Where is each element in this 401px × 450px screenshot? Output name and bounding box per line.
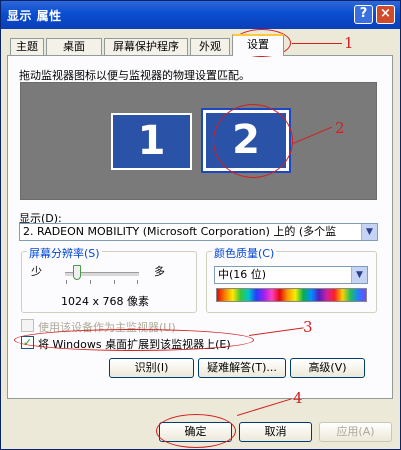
window-title: 显示 属性 bbox=[7, 9, 62, 23]
tab-screensaver[interactable]: 屏幕保护程序 bbox=[104, 38, 188, 56]
advanced-button[interactable]: 高级(V) bbox=[290, 358, 365, 378]
tab-settings[interactable]: 设置 bbox=[232, 34, 284, 56]
resolution-more-label: 多 bbox=[154, 265, 165, 278]
slider-tick bbox=[137, 280, 138, 284]
color-quality-value: 中(16 位) bbox=[218, 268, 267, 281]
annotation-ellipse-3 bbox=[14, 329, 254, 351]
resolution-slider-ticks bbox=[66, 280, 138, 284]
tab-themes[interactable]: 主题 bbox=[10, 38, 44, 56]
annotation-ellipse-4 bbox=[156, 414, 236, 448]
annotation-line-1 bbox=[292, 43, 342, 44]
resolution-less-label: 少 bbox=[31, 265, 42, 278]
display-properties-window: 显示 属性 ? × 主题 桌面 屏幕保护程序 外观 设置 拖动监视器图标以便与监… bbox=[0, 0, 401, 450]
color-quality-select[interactable]: 中(16 位) ▼ bbox=[214, 266, 368, 284]
resolution-title: 屏幕分辨率(S) bbox=[27, 245, 102, 261]
primary-monitor-checkbox[interactable] bbox=[21, 319, 34, 332]
title-bar[interactable]: 显示 属性 ? × bbox=[1, 1, 400, 29]
resolution-slider-thumb[interactable] bbox=[73, 265, 81, 280]
help-button[interactable]: ? bbox=[354, 5, 373, 24]
annotation-ellipse-2 bbox=[213, 104, 293, 178]
display-select[interactable]: 2. RADEON MOBILITY (Microsoft Corporatio… bbox=[19, 223, 378, 241]
chevron-down-icon[interactable]: ▼ bbox=[351, 267, 367, 283]
troubleshoot-button[interactable]: 疑难解答(T)... bbox=[198, 358, 286, 378]
monitor-1-icon[interactable]: 1 bbox=[111, 113, 192, 170]
cancel-button[interactable]: 取消 bbox=[239, 422, 312, 442]
color-quality-title: 颜色质量(C) bbox=[212, 245, 277, 261]
tab-desktop[interactable]: 桌面 bbox=[46, 38, 102, 56]
annotation-number-2: 2 bbox=[335, 119, 345, 137]
slider-tick bbox=[114, 280, 115, 284]
chevron-down-icon[interactable]: ▼ bbox=[361, 224, 377, 240]
annotation-number-4: 4 bbox=[293, 389, 303, 407]
color-palette-preview bbox=[216, 288, 367, 302]
monitor-instructions: 拖动监视器图标以便与监视器的物理设置匹配。 bbox=[19, 69, 250, 82]
identify-button[interactable]: 识别(I) bbox=[109, 358, 194, 378]
annotation-number-1: 1 bbox=[344, 34, 354, 52]
display-select-value: 2. RADEON MOBILITY (Microsoft Corporatio… bbox=[23, 225, 337, 238]
resolution-value: 1024 x 768 像素 bbox=[61, 295, 149, 308]
annotation-number-3: 3 bbox=[303, 318, 313, 336]
annotation-line-4 bbox=[237, 398, 292, 416]
slider-tick bbox=[66, 280, 67, 284]
tab-appearance[interactable]: 外观 bbox=[190, 38, 230, 56]
apply-button[interactable]: 应用(A) bbox=[319, 422, 392, 442]
monitor-arrangement-area[interactable] bbox=[20, 82, 377, 200]
close-button[interactable]: × bbox=[376, 5, 395, 24]
slider-tick bbox=[90, 280, 91, 284]
